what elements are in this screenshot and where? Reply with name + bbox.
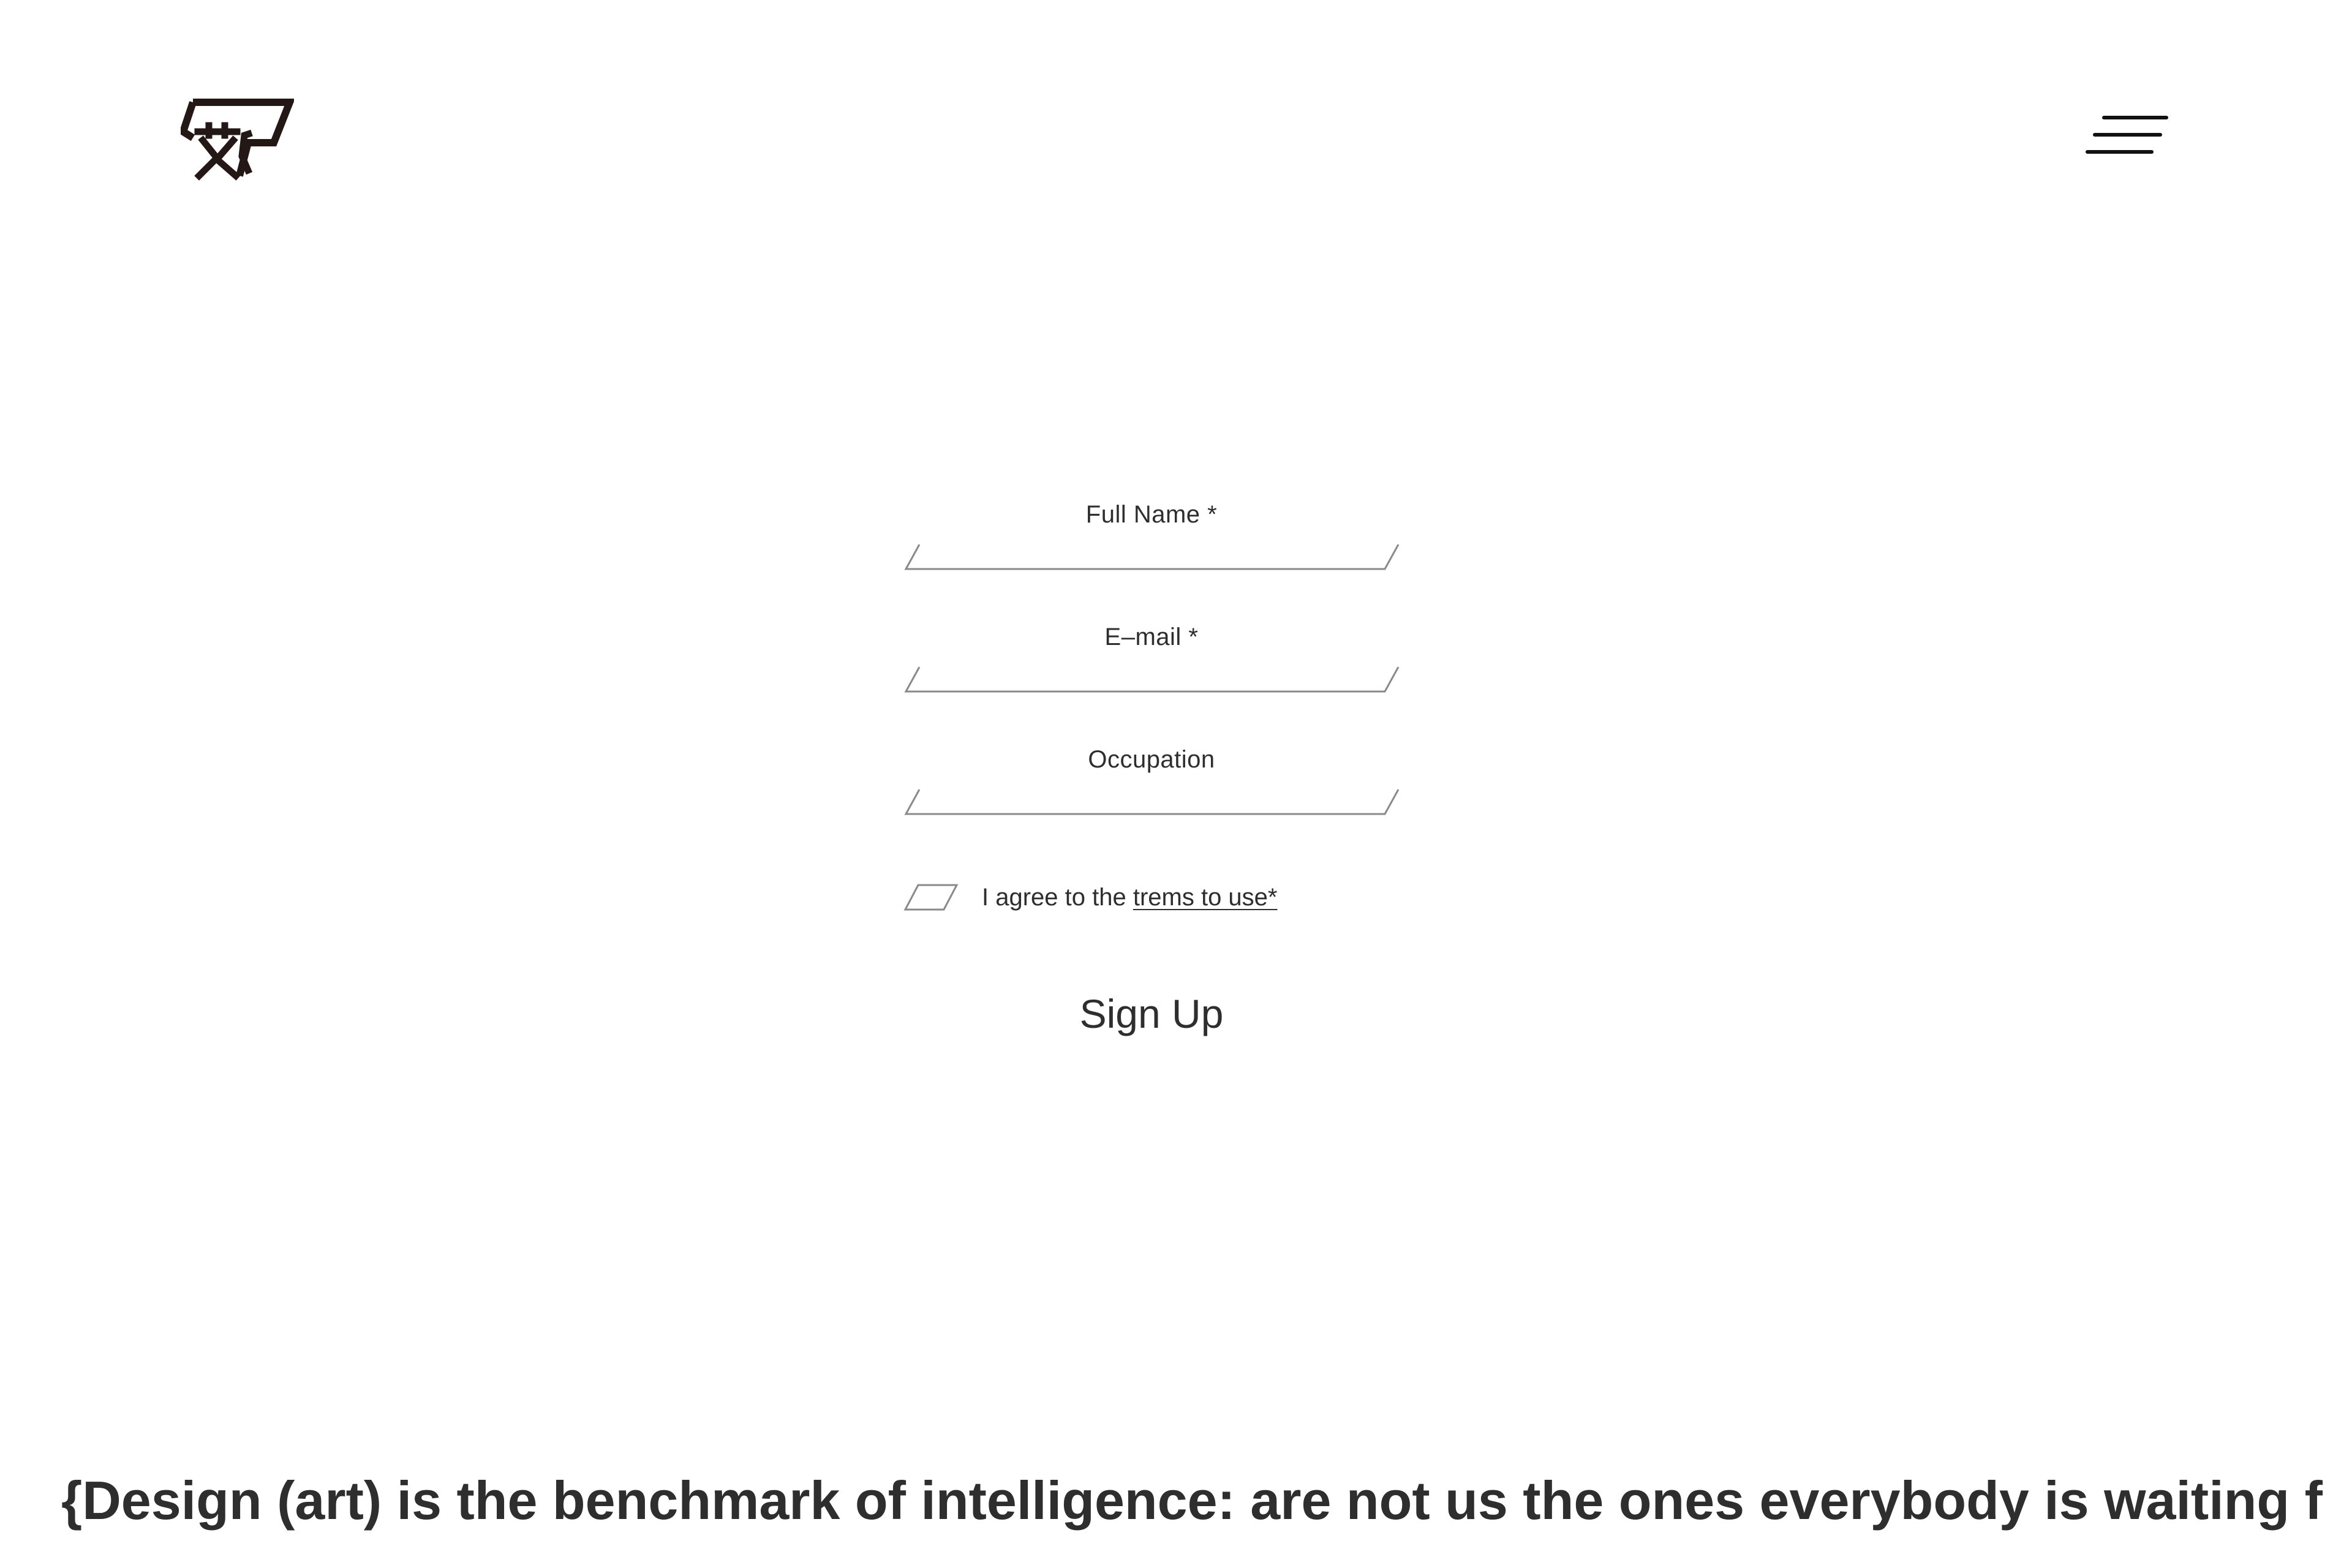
signup-page: Full Name * E–mail * Occupation I agree …	[0, 0, 2352, 1568]
email-input[interactable]	[903, 663, 1402, 695]
terms-checkbox[interactable]	[903, 883, 959, 911]
occupation-input[interactable]	[903, 786, 1402, 818]
checkbox-parallelogram-icon	[903, 884, 959, 911]
terms-link[interactable]: trems to use*	[1133, 884, 1278, 911]
occupation-label: Occupation	[1088, 746, 1215, 773]
email-field: E–mail *	[903, 622, 1402, 744]
tagline-marquee: {Design (art) is the benchmark of intell…	[61, 1470, 2323, 1531]
full-name-field: Full Name *	[903, 499, 1402, 622]
email-label: E–mail *	[1104, 624, 1199, 650]
sign-up-button[interactable]: Sign Up	[903, 989, 1400, 1038]
occupation-field: Occupation	[903, 744, 1402, 867]
menu-button[interactable]	[2086, 110, 2168, 159]
signup-form: Full Name * E–mail * Occupation I agree …	[903, 499, 1402, 1036]
hamburger-menu-icon	[2086, 116, 2168, 154]
terms-agreement-row: I agree to the trems to use*	[903, 882, 1400, 913]
full-name-label: Full Name *	[1085, 501, 1218, 528]
terms-agreement-text: I agree to the trems to use*	[982, 882, 1278, 913]
brand-logo-icon[interactable]	[181, 95, 294, 181]
full-name-input[interactable]	[903, 541, 1402, 573]
agree-prefix: I agree to the	[982, 884, 1133, 911]
